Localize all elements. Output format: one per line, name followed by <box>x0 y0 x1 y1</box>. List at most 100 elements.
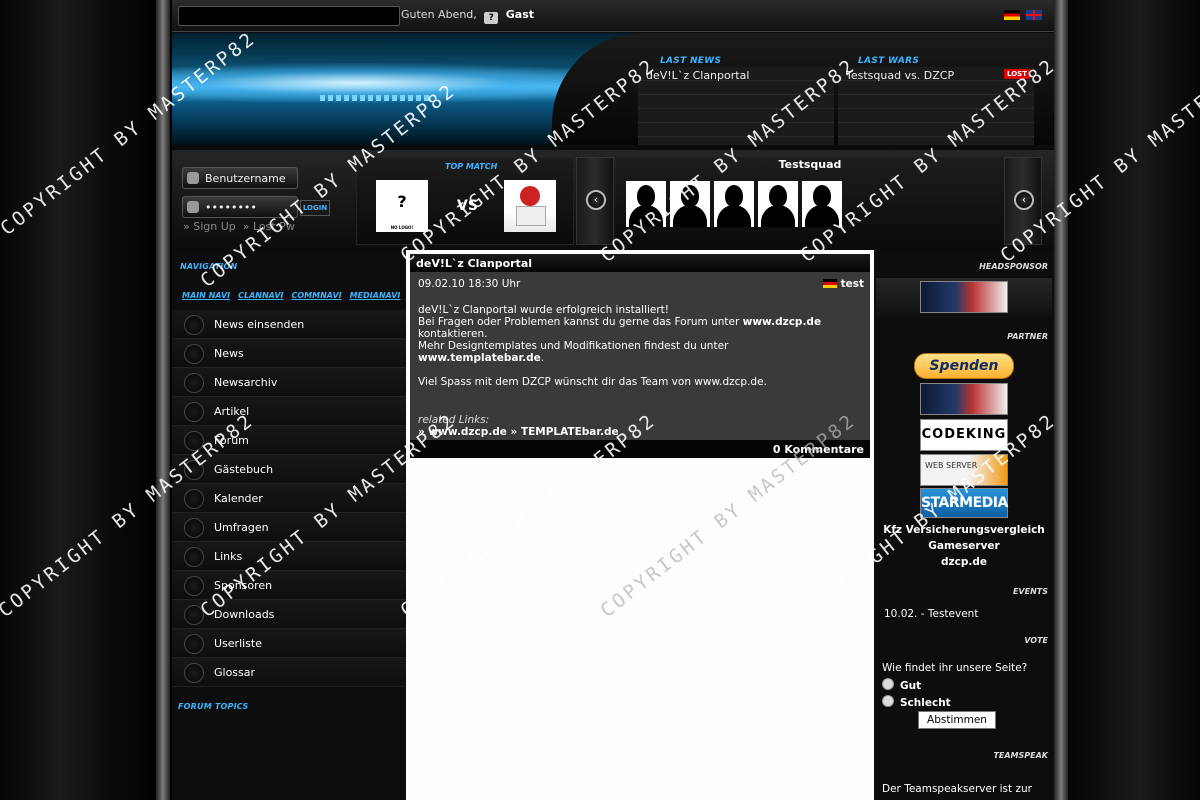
partner-link[interactable]: dzcp.de <box>874 556 1054 568</box>
search-input[interactable] <box>178 6 400 26</box>
templatebar-link[interactable]: www.templatebar.de <box>418 352 541 364</box>
last-news-item[interactable]: deV!L`z Clanportal <box>646 69 749 82</box>
versus-label: VS <box>457 198 478 214</box>
post-line: deV!L`z Clanportal wurde erfolgreich ins… <box>418 304 670 316</box>
top-bar: Guten Abend, ? Gast <box>172 0 1054 32</box>
war-result-badge: LOST <box>1004 69 1030 79</box>
team-a-placeholder: ? <box>397 192 407 211</box>
codeking-banner[interactable]: CODEKING <box>920 419 1008 451</box>
nav-item-news-einsenden[interactable]: News einsenden <box>172 310 406 339</box>
top-match-title: TOP MATCH <box>445 162 498 171</box>
main-content: deV!L`z Clanportal 09.02.10 18:30 Uhr te… <box>406 250 874 800</box>
teamspeak-title: TEAMSPEAK <box>993 751 1048 760</box>
webserver-banner[interactable]: WEB SERVER <box>920 454 1008 486</box>
nav-item-news[interactable]: News <box>172 339 406 368</box>
team-b-logo[interactable] <box>504 180 556 232</box>
navigation-title: NAVIGATION <box>180 262 238 271</box>
teamspeak-text: Der Teamspeakserver ist zur <box>882 783 1032 795</box>
match-next-button[interactable]: ‹ <box>576 157 614 245</box>
password-field[interactable]: •••••••• <box>182 196 298 218</box>
tab-medianavi[interactable]: MEDIANAVI <box>350 291 401 300</box>
partner-link[interactable]: Kfz Versicherungsvergleich <box>874 524 1054 536</box>
login-button[interactable]: LOGIN <box>300 200 330 216</box>
username-field[interactable]: Benutzername <box>182 167 298 189</box>
nav-item-links[interactable]: Links <box>172 542 406 571</box>
greeting: Guten Abend, ? Gast <box>401 8 534 24</box>
donate-button[interactable]: Spenden <box>914 353 1014 379</box>
nav-item-glossar[interactable]: Glossar <box>172 658 406 687</box>
vote-question: Wie findet ihr unsere Seite? <box>882 662 1028 674</box>
nav-item-umfragen[interactable]: Umfragen <box>172 513 406 542</box>
nav-item-gaestebuch[interactable]: Gästebuch <box>172 455 406 484</box>
greeting-text: Guten Abend, <box>401 8 477 21</box>
post-author[interactable]: test <box>822 278 864 290</box>
vote-submit-button[interactable]: Abstimmen <box>918 711 996 729</box>
forum-topics-title: FORUM TOPICS <box>178 702 249 711</box>
nav-item-kalender[interactable]: Kalender <box>172 484 406 513</box>
related-links: related Links: » www.dzcp.de » TEMPLATEb… <box>418 414 619 438</box>
events-title: EVENTS <box>1012 587 1048 596</box>
nav-item-artikel[interactable]: Artikel <box>172 397 406 426</box>
signup-link[interactable]: » Sign Up <box>183 220 236 233</box>
arrow-icon: ‹ <box>586 190 606 210</box>
last-wars-title: LAST WARS <box>858 56 920 66</box>
tab-commnavi[interactable]: COMMNAVI <box>292 291 342 300</box>
last-news-title: LAST NEWS <box>660 56 722 66</box>
post-line-text: . <box>540 352 545 364</box>
post-body: 09.02.10 18:30 Uhr test deV!L`z Clanport… <box>410 272 870 442</box>
squad-member-avatar[interactable] <box>758 181 798 227</box>
post-text: deV!L`z Clanportal wurde erfolgreich ins… <box>418 304 858 388</box>
partner-link[interactable]: Gameserver <box>874 540 1054 552</box>
vote-option-gut[interactable]: Gut <box>882 678 921 692</box>
comments-link[interactable]: 0 Kommentare <box>410 440 870 458</box>
right-rail <box>1054 0 1068 800</box>
site-header: LAST NEWS deV!L`z Clanportal LAST WARS T… <box>172 33 1054 145</box>
lost-password-link[interactable]: » Lost Pw <box>243 220 295 233</box>
nav-list: News einsenden News Newsarchiv Artikel F… <box>172 310 406 687</box>
vote-option-schlecht[interactable]: Schlecht <box>882 695 951 709</box>
headsponsor-banner[interactable] <box>920 281 1008 313</box>
related-links-list[interactable]: » www.dzcp.de » TEMPLATEbar.de <box>418 426 619 438</box>
squad-member-avatar[interactable] <box>714 181 754 227</box>
nav-item-sponsoren[interactable]: Sponsoren <box>172 571 406 600</box>
tab-clannavi[interactable]: CLANNAVI <box>238 291 283 300</box>
squad-name: Testsquad <box>778 158 842 171</box>
squad-member-avatar[interactable] <box>670 181 710 227</box>
nav-item-forum[interactable]: Forum <box>172 426 406 455</box>
nav-item-userliste[interactable]: Userliste <box>172 629 406 658</box>
header-bars <box>320 95 430 101</box>
post-date: 09.02.10 18:30 Uhr <box>418 278 521 290</box>
partner-title: PARTNER <box>1007 332 1048 341</box>
user-unknown-icon: ? <box>484 12 499 24</box>
german-flag-icon <box>822 279 837 288</box>
right-sidebar: HEADSPONSOR PARTNER Spenden CODEKING WEB… <box>874 250 1054 800</box>
post-author-name: test <box>840 278 864 290</box>
last-wars-item[interactable]: Testsquad vs. DZCP <box>846 69 954 82</box>
event-item[interactable]: 10.02. - Testevent <box>884 608 978 620</box>
vote-title: VOTE <box>1024 636 1048 645</box>
nav-item-newsarchiv[interactable]: Newsarchiv <box>172 368 406 397</box>
headsponsor-title: HEADSPONSOR <box>979 262 1048 271</box>
page: Guten Abend, ? Gast LAST NEWS deV!L`z Cl… <box>0 0 1200 800</box>
last-wars-box: Testsquad vs. DZCP LOST <box>838 67 1034 145</box>
squad-panel: Testsquad <box>616 157 1004 245</box>
last-news-box: deV!L`z Clanportal <box>638 67 834 145</box>
post-header: deV!L`z Clanportal <box>410 254 870 272</box>
nav-tabs: MAIN NAVI CLANNAVI COMMNAVI MEDIANAVI <box>182 291 400 300</box>
dzcp-banner[interactable] <box>920 383 1008 415</box>
dzcp-link[interactable]: www.dzcp.de <box>743 316 821 328</box>
tab-main-navi[interactable]: MAIN NAVI <box>182 291 230 300</box>
team-a-no-logo: NO LOGO! <box>390 225 414 230</box>
squad-next-button[interactable]: ‹ <box>1004 157 1042 245</box>
post-title[interactable]: deV!L`z Clanportal <box>416 257 532 270</box>
login-links: » Sign Up » Lost Pw <box>183 220 295 233</box>
nav-item-downloads[interactable]: Downloads <box>172 600 406 629</box>
post-line: Mehr Designtemplates und Modifikationen … <box>418 340 729 352</box>
english-flag-icon[interactable] <box>1026 10 1042 20</box>
german-flag-icon[interactable] <box>1004 10 1020 20</box>
squad-member-avatar[interactable] <box>626 181 666 227</box>
team-a-logo[interactable]: ? NO LOGO! <box>376 180 428 232</box>
top-match-panel: TOP MATCH ? NO LOGO! VS <box>356 157 574 245</box>
squad-member-avatar[interactable] <box>802 181 842 227</box>
starmedia-banner[interactable]: STARMEDIA <box>920 488 1008 518</box>
